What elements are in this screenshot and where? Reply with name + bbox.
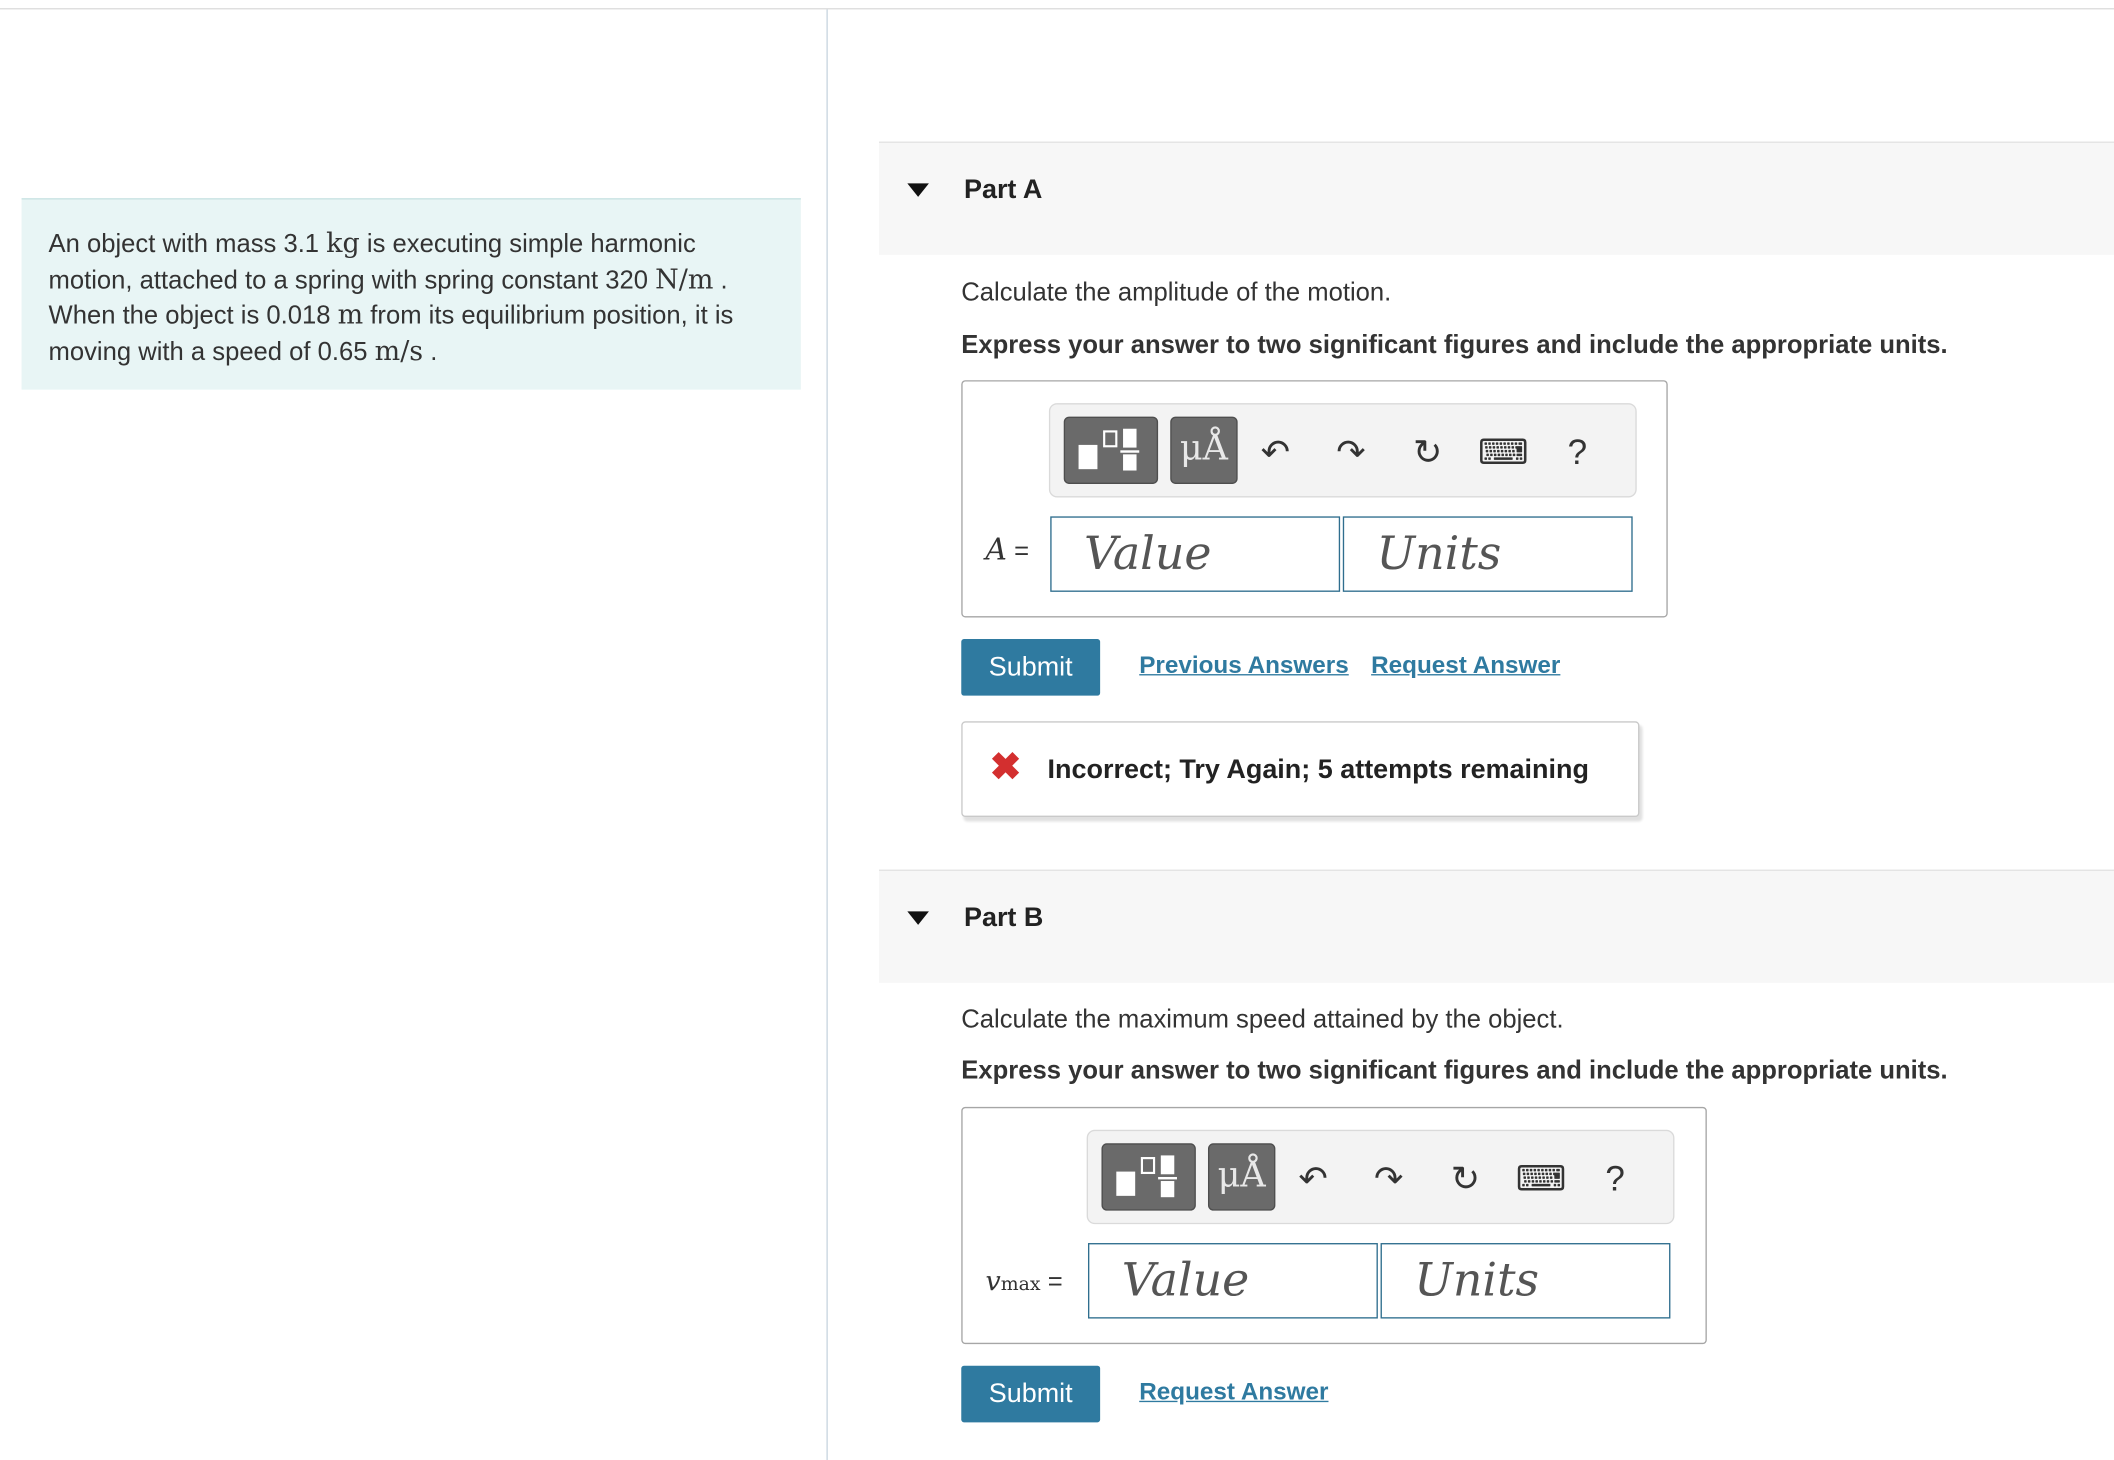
math-toolbar: μÅ ↶ ↷ ↻ ⌨ ? — [1048, 403, 1637, 498]
keyboard-icon[interactable]: ⌨ — [1514, 1155, 1568, 1201]
top-divider — [0, 8, 2114, 10]
part-a-units-input[interactable]: Units — [1342, 516, 1633, 592]
part-a-variable: A — [985, 533, 1007, 568]
part-b-value-input[interactable]: Value — [1087, 1243, 1378, 1319]
part-b-variable-label: vmax = — [986, 1265, 1063, 1299]
redo-icon[interactable]: ↷ — [1324, 429, 1378, 475]
feedback-text: Incorrect; Try Again; 5 attempts remaini… — [1047, 754, 1589, 785]
mu-angstrom-icon: μÅ — [1217, 1155, 1266, 1196]
part-b-instruction: Express your answer to two significant f… — [961, 1056, 1948, 1086]
part-a-submit-button[interactable]: Submit — [961, 639, 1101, 696]
part-a-title: Part A — [963, 175, 1043, 205]
help-icon[interactable]: ? — [1588, 1155, 1642, 1201]
help-icon[interactable]: ? — [1550, 429, 1604, 475]
part-b-units-input[interactable]: Units — [1380, 1243, 1671, 1319]
keyboard-icon[interactable]: ⌨ — [1476, 429, 1530, 475]
caret-down-icon — [907, 911, 929, 925]
unit-kg: kg — [326, 226, 360, 259]
mu-angstrom-icon: μÅ — [1179, 428, 1228, 470]
templates-icon — [1116, 1155, 1177, 1198]
x-mark-icon: ✖ — [989, 745, 1022, 788]
previous-answers-link[interactable]: Previous Answers — [1139, 651, 1349, 679]
part-b-prompt: Calculate the maximum speed attained by … — [961, 1005, 1564, 1035]
problem-statement: An object with mass 3.1 kg is executing … — [21, 198, 801, 390]
part-a-answer-box: μÅ ↶ ↷ ↻ ⌨ ? A = Value Units — [961, 380, 1668, 618]
part-b-variable-subscript: max — [1000, 1274, 1041, 1296]
part-b-answer-box: μÅ ↶ ↷ ↻ ⌨ ? vmax = Value Units — [961, 1106, 1707, 1345]
reset-icon[interactable]: ↻ — [1401, 429, 1455, 475]
templates-button[interactable] — [1063, 416, 1159, 485]
part-a-instruction: Express your answer to two significant f… — [961, 331, 1948, 360]
problem-text-1: An object with mass 3.1 — [48, 230, 327, 259]
unit-m-per-s: m/s — [374, 333, 424, 367]
unit-m: m — [337, 297, 364, 331]
part-a-prompt: Calculate the amplitude of the motion. — [961, 279, 1392, 308]
column-divider — [826, 9, 828, 1460]
part-b-header[interactable]: Part B — [879, 869, 2114, 983]
page: An object with mass 3.1 kg is executing … — [0, 0, 2114, 1460]
part-a-variable-label: A = — [986, 534, 1030, 568]
reset-icon[interactable]: ↻ — [1439, 1155, 1493, 1201]
part-a-request-answer-link[interactable]: Request Answer — [1371, 651, 1560, 679]
part-a-value-input[interactable]: Value — [1050, 516, 1341, 592]
part-b-variable: v — [985, 1264, 1001, 1297]
part-b-title: Part B — [963, 903, 1044, 933]
redo-icon[interactable]: ↷ — [1362, 1155, 1416, 1201]
symbols-button[interactable]: μÅ — [1170, 416, 1238, 485]
unit-n-per-m: N/m — [655, 262, 714, 295]
equals-sign: = — [1040, 1268, 1063, 1297]
caret-down-icon — [907, 183, 929, 197]
part-b-submit-button[interactable]: Submit — [961, 1365, 1101, 1423]
undo-icon[interactable]: ↶ — [1248, 429, 1302, 475]
undo-icon[interactable]: ↶ — [1286, 1155, 1340, 1201]
math-toolbar: μÅ ↶ ↷ ↻ ⌨ ? — [1086, 1129, 1675, 1225]
feedback-message: ✖ Incorrect; Try Again; 5 attempts remai… — [961, 721, 1640, 818]
symbols-button[interactable]: μÅ — [1207, 1143, 1276, 1211]
equals-sign: = — [1006, 537, 1030, 567]
problem-text-5: . — [423, 337, 438, 367]
part-b-request-answer-link[interactable]: Request Answer — [1139, 1378, 1328, 1406]
templates-icon — [1078, 428, 1140, 471]
part-a-header[interactable]: Part A — [879, 141, 2114, 255]
templates-button[interactable] — [1101, 1143, 1196, 1211]
